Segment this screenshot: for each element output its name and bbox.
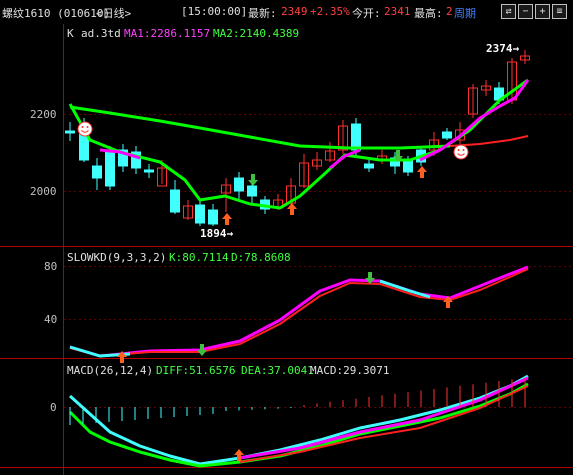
smiley-eye <box>457 149 460 151</box>
kd-k-value: K:80.7114 <box>169 251 229 264</box>
y-tick-2000: 2000 <box>30 185 57 198</box>
macd-diff-pink <box>239 376 529 460</box>
kd-k-cyan-segment-2 <box>379 279 431 299</box>
candle-body <box>364 163 374 169</box>
indicator-lines <box>68 78 530 468</box>
candle-body <box>208 209 218 225</box>
smiley-icon <box>453 144 469 160</box>
macd-dea-line <box>68 382 529 468</box>
y-tick-40: 40 <box>44 313 57 326</box>
buy-arrow-icon <box>222 213 232 225</box>
macd-diff-value: DIFF:51.6576 <box>156 364 235 377</box>
chart-canvas: 2200 2000 80 40 0 K ad.3td MA1:2286.1157… <box>0 24 573 475</box>
legend-ad: ad.3td <box>81 27 121 40</box>
legend-k: K <box>67 27 74 40</box>
ma-long-line <box>449 135 529 147</box>
candle-body <box>403 159 413 173</box>
candle-body <box>195 204 205 224</box>
sell-arrow-icon <box>248 174 258 186</box>
min-price-label: 1894→ <box>200 227 233 240</box>
candle-body <box>105 149 115 187</box>
y-tick-80: 80 <box>44 260 57 273</box>
max-price-label: 2374→ <box>486 42 519 55</box>
macd-macd-value: MACD:29.3071 <box>310 364 389 377</box>
ma2-line <box>69 105 451 150</box>
kd-name: SLOWKD(9,3,3,2) <box>67 251 166 264</box>
kd-d-value: D:78.8608 <box>231 251 291 264</box>
candle-body <box>65 130 75 134</box>
candle-body <box>442 131 452 139</box>
buy-arrow-icon <box>287 203 297 215</box>
y-tick-0: 0 <box>50 401 57 414</box>
candle-body <box>247 185 257 197</box>
legend-ma1: MA1:2286.1157 <box>124 27 210 40</box>
legend-ma2: MA2:2140.4389 <box>213 27 299 40</box>
smiley-icon <box>77 121 93 137</box>
y-tick-2200: 2200 <box>30 108 57 121</box>
sell-arrow-icon <box>197 344 207 356</box>
candle-body <box>351 123 361 151</box>
macd-dea-value: DEA:37.0041 <box>241 364 314 377</box>
macd-name: MACD(26,12,4) <box>67 364 153 377</box>
smiley-eye <box>81 126 84 128</box>
smiley-eye <box>86 126 89 128</box>
candle-body <box>170 189 180 213</box>
macd-histogram <box>69 377 526 425</box>
candle-body <box>234 177 244 192</box>
ma-mid-line-green <box>68 78 529 210</box>
smiley-eye <box>462 149 465 151</box>
candle-body <box>92 165 102 179</box>
kd-d-line <box>69 268 529 357</box>
buy-arrow-icon <box>417 166 427 178</box>
candle-body <box>144 169 154 173</box>
